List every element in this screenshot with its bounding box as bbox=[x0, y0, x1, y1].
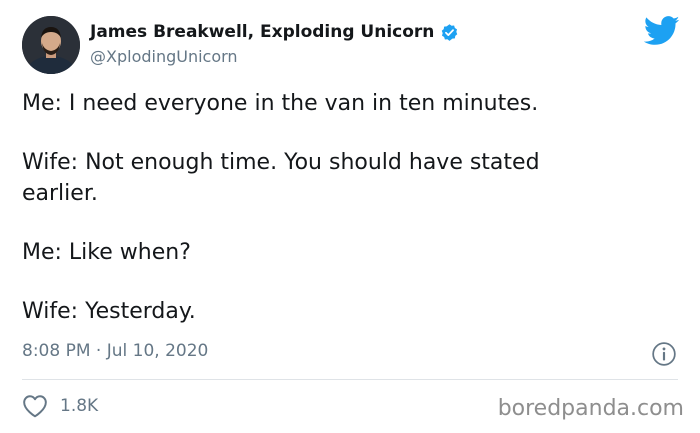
twitter-bird-icon[interactable] bbox=[644, 16, 680, 46]
heart-icon[interactable] bbox=[22, 394, 48, 418]
author-name-row: James Breakwell, Exploding Unicorn bbox=[90, 22, 459, 42]
tweet-text: Me: I need everyone in the van in ten mi… bbox=[22, 88, 672, 327]
tweet-line: Me: I need everyone in the van in ten mi… bbox=[22, 91, 539, 116]
author-handle[interactable]: @XplodingUnicorn bbox=[90, 47, 238, 66]
avatar[interactable] bbox=[22, 16, 80, 74]
tweet-line: Wife: Not enough time. You should have s… bbox=[22, 150, 540, 175]
tweet-paragraph: Me: Like when? bbox=[22, 237, 672, 268]
like-action[interactable]: 1.8K bbox=[22, 394, 98, 418]
tweet-line: Wife: Yesterday. bbox=[22, 299, 196, 324]
tweet-timestamp[interactable]: 8:08 PM · Jul 10, 2020 bbox=[22, 341, 208, 361]
author-display-name[interactable]: James Breakwell, Exploding Unicorn bbox=[90, 22, 434, 42]
like-count: 1.8K bbox=[60, 396, 99, 416]
tweet-paragraph: Wife: Not enough time. You should have s… bbox=[22, 147, 672, 209]
divider bbox=[22, 379, 678, 380]
verified-badge-icon bbox=[442, 23, 458, 41]
tweet-line: earlier. bbox=[22, 181, 98, 206]
tweet-paragraph: Wife: Yesterday. bbox=[22, 296, 672, 327]
tweet-paragraph: Me: I need everyone in the van in ten mi… bbox=[22, 88, 672, 119]
info-icon[interactable] bbox=[651, 341, 677, 367]
watermark: boredpanda.com bbox=[497, 396, 684, 421]
tweet-line: Me: Like when? bbox=[22, 240, 191, 265]
